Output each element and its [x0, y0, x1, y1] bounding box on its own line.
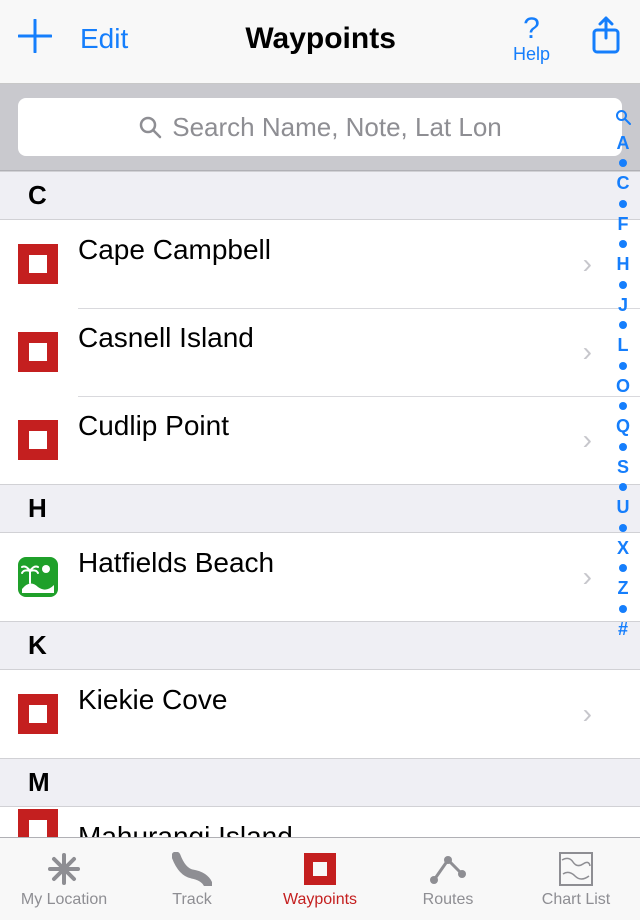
waypoint-name: Mahurangi Island	[78, 807, 622, 836]
waypoint-name: Kiekie Cove	[78, 670, 583, 716]
add-button[interactable]	[18, 17, 52, 61]
index-dot	[619, 443, 627, 451]
list-item[interactable]: Cudlip Point ›	[0, 396, 640, 484]
list-item[interactable]: Mahurangi Island	[0, 807, 640, 836]
navbar: Edit Waypoints ? Help	[0, 0, 640, 84]
tab-my-location[interactable]: My Location	[0, 838, 128, 920]
list-item[interactable]: Kiekie Cove ›	[0, 670, 640, 758]
tab-routes[interactable]: Routes	[384, 838, 512, 920]
index-search-icon[interactable]	[615, 108, 631, 131]
index-dot	[619, 321, 627, 329]
section-index-bar[interactable]: A C F H J L O Q S U X Z #	[610, 108, 636, 640]
waypoint-square-icon	[18, 420, 58, 460]
index-letter[interactable]: U	[617, 496, 630, 519]
index-letter[interactable]: J	[618, 294, 628, 317]
waypoint-square-icon	[18, 809, 58, 836]
nav-left: Edit	[18, 17, 128, 61]
waypoint-beach-icon	[18, 557, 58, 597]
share-button[interactable]	[590, 16, 622, 61]
page-title: Waypoints	[245, 22, 396, 56]
search-bar-container: Search Name, Note, Lat Lon	[0, 84, 640, 171]
nav-right: ? Help	[513, 12, 622, 65]
tab-bar: My Location Track Waypoints Routes Chart…	[0, 837, 640, 920]
help-button[interactable]: ? Help	[513, 12, 550, 65]
list-item[interactable]: Hatfields Beach ›	[0, 533, 640, 621]
waypoint-square-icon	[18, 244, 58, 284]
index-dot	[619, 362, 627, 370]
edit-button[interactable]: Edit	[80, 23, 128, 55]
index-dot	[619, 524, 627, 532]
index-letter[interactable]: S	[617, 456, 629, 479]
index-dot	[619, 200, 627, 208]
section-header-k: K	[0, 621, 640, 670]
tab-chart-list[interactable]: Chart List	[512, 838, 640, 920]
list-item[interactable]: Cape Campbell ›	[0, 220, 640, 308]
waypoints-list: C Cape Campbell › Casnell Island › Cudli…	[0, 171, 640, 836]
tab-track[interactable]: Track	[128, 838, 256, 920]
index-letter[interactable]: Q	[616, 415, 630, 438]
index-letter[interactable]: L	[618, 334, 629, 357]
tab-label: Track	[172, 891, 211, 909]
search-placeholder: Search Name, Note, Lat Lon	[172, 112, 502, 143]
waypoint-square-icon	[18, 332, 58, 372]
index-dot	[619, 605, 627, 613]
tab-label: Chart List	[542, 891, 610, 909]
waypoint-name: Casnell Island	[78, 308, 583, 354]
location-icon	[47, 849, 81, 889]
search-input[interactable]: Search Name, Note, Lat Lon	[18, 98, 622, 156]
waypoint-name: Cudlip Point	[78, 396, 583, 442]
index-letter[interactable]: #	[618, 618, 628, 641]
index-dot	[619, 564, 627, 572]
index-dot	[619, 240, 627, 248]
section-header-m: M	[0, 758, 640, 807]
index-letter[interactable]: O	[616, 375, 630, 398]
index-letter[interactable]: Z	[618, 577, 629, 600]
waypoint-square-icon	[18, 694, 58, 734]
tab-waypoints[interactable]: Waypoints	[256, 838, 384, 920]
index-dot	[619, 402, 627, 410]
tab-label: Routes	[423, 891, 474, 909]
index-dot	[619, 483, 627, 491]
chart-list-icon	[559, 849, 593, 889]
search-icon	[138, 115, 162, 139]
index-dot	[619, 281, 627, 289]
index-letter[interactable]: C	[617, 172, 630, 195]
tab-label: Waypoints	[283, 891, 357, 909]
section-header-c: C	[0, 171, 640, 220]
index-letter[interactable]: F	[618, 213, 629, 236]
tab-label: My Location	[21, 891, 107, 909]
routes-icon	[428, 849, 468, 889]
list-item[interactable]: Casnell Island ›	[0, 308, 640, 396]
waypoint-name: Cape Campbell	[78, 220, 583, 266]
waypoint-name: Hatfields Beach	[78, 533, 583, 579]
index-letter[interactable]: H	[617, 253, 630, 276]
index-dot	[619, 159, 627, 167]
section-header-h: H	[0, 484, 640, 533]
help-label: Help	[513, 44, 550, 64]
track-icon	[172, 849, 212, 889]
waypoints-icon	[304, 849, 336, 889]
help-icon: ?	[513, 12, 550, 45]
chevron-right-icon: ›	[583, 698, 622, 730]
index-letter[interactable]: X	[617, 537, 629, 560]
index-letter[interactable]: A	[617, 132, 630, 155]
